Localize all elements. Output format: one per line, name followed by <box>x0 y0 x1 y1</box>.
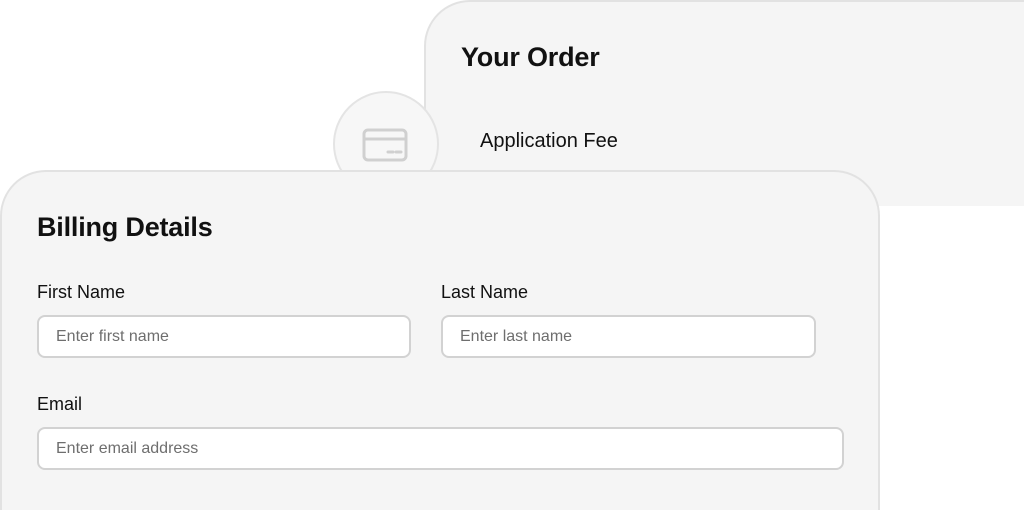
billing-title: Billing Details <box>37 212 213 242</box>
first-name-label: First Name <box>37 282 126 302</box>
order-item-application-fee: Application Fee <box>480 130 618 152</box>
email-label: Email <box>37 394 83 414</box>
credit-card-icon <box>362 128 408 162</box>
last-name-input[interactable] <box>441 315 816 358</box>
last-name-label: Last Name <box>441 282 529 302</box>
email-input[interactable] <box>37 427 844 470</box>
billing-card: Billing Details First Name Last Name Ema… <box>0 170 880 510</box>
first-name-input[interactable] <box>37 315 411 358</box>
order-title: Your Order <box>461 42 600 72</box>
checkout-stage: Your Order Application Fee Billing Detai… <box>0 0 1024 510</box>
